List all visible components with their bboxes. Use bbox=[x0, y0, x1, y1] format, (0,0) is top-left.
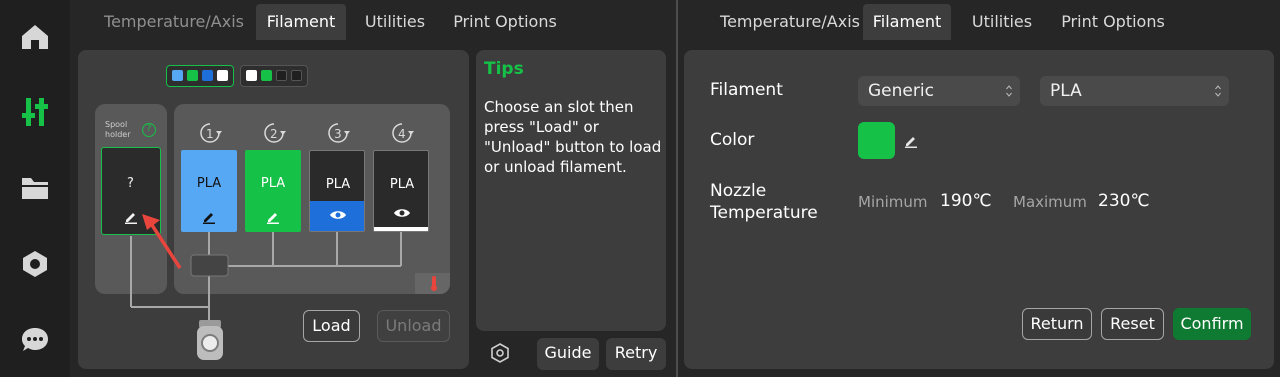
maximum-value: 230℃ bbox=[1098, 191, 1150, 211]
tab-bar: Temperature/Axis Filament Utilities Prin… bbox=[678, 0, 1280, 40]
chat-icon bbox=[22, 328, 48, 351]
nozzle-label-line1: Nozzle bbox=[710, 181, 767, 201]
updown-chevron-icon bbox=[1006, 85, 1012, 97]
updown-chevron-icon bbox=[1215, 85, 1221, 97]
filament-label: Filament bbox=[710, 80, 783, 100]
ams-settings-icon[interactable] bbox=[488, 341, 512, 365]
tips-text: Choose an slot then press "Load" or "Unl… bbox=[484, 98, 662, 176]
tab-filament[interactable]: Filament bbox=[863, 4, 951, 40]
load-button[interactable]: Load bbox=[303, 310, 360, 342]
nav-chat[interactable] bbox=[0, 315, 70, 365]
color-swatch[interactable] bbox=[858, 122, 895, 159]
filament-vendor-select[interactable]: Generic bbox=[858, 76, 1020, 106]
home-icon bbox=[22, 25, 48, 49]
side-nav bbox=[0, 0, 70, 377]
filament-type-value: PLA bbox=[1050, 81, 1082, 101]
retry-button[interactable]: Retry bbox=[606, 338, 666, 370]
nav-controls[interactable] bbox=[0, 87, 70, 137]
left-filament-screen: Temperature/Axis Filament Utilities Prin… bbox=[70, 0, 676, 377]
guide-button[interactable]: Guide bbox=[537, 338, 599, 370]
extruder-icon bbox=[197, 320, 223, 360]
color-label: Color bbox=[710, 130, 755, 150]
minimum-value: 190℃ bbox=[940, 191, 992, 211]
tab-filament[interactable]: Filament bbox=[256, 4, 346, 40]
temperature-indicator bbox=[415, 273, 450, 294]
filament-settings-panel: Filament Generic PLA Color Nozzle Temper… bbox=[684, 50, 1274, 369]
tips-panel: Tips Choose an slot then press "Load" or… bbox=[476, 50, 666, 331]
nav-files[interactable] bbox=[0, 163, 70, 213]
tab-temperature-axis[interactable]: Temperature/Axis bbox=[94, 4, 254, 40]
folder-icon bbox=[22, 178, 48, 199]
filament-vendor-value: Generic bbox=[868, 81, 934, 101]
minimum-label: Minimum bbox=[858, 193, 928, 211]
confirm-button[interactable]: Confirm bbox=[1173, 308, 1251, 340]
edit-icon[interactable] bbox=[904, 134, 918, 148]
pointer-arrow bbox=[142, 214, 182, 269]
unload-button[interactable]: Unload bbox=[377, 310, 450, 342]
right-filament-settings-screen: Temperature/Axis Filament Utilities Prin… bbox=[678, 0, 1280, 377]
maximum-label: Maximum bbox=[1013, 193, 1087, 211]
tab-print-options[interactable]: Print Options bbox=[1053, 4, 1173, 40]
reset-button[interactable]: Reset bbox=[1101, 308, 1164, 340]
controls-icon bbox=[22, 98, 48, 126]
tab-bar: Temperature/Axis Filament Utilities Prin… bbox=[70, 0, 676, 40]
tab-utilities[interactable]: Utilities bbox=[355, 4, 435, 40]
tab-print-options[interactable]: Print Options bbox=[445, 4, 565, 40]
thermometer-icon bbox=[431, 276, 437, 291]
tab-temperature-axis[interactable]: Temperature/Axis bbox=[702, 4, 878, 40]
nav-home[interactable] bbox=[0, 12, 70, 62]
nav-settings[interactable] bbox=[0, 239, 70, 289]
return-button[interactable]: Return bbox=[1022, 308, 1092, 340]
filament-type-select[interactable]: PLA bbox=[1040, 76, 1229, 106]
nozzle-label-line2: Temperature bbox=[710, 203, 818, 223]
filament-panel: Spool holder ? ? 1 2 3 4 PLA PLA PLA PLA… bbox=[78, 50, 469, 369]
settings-icon bbox=[23, 251, 47, 277]
nozzle-temperature-label: Nozzle Temperature bbox=[710, 180, 818, 224]
tips-title: Tips bbox=[484, 59, 524, 79]
tab-utilities[interactable]: Utilities bbox=[961, 4, 1043, 40]
